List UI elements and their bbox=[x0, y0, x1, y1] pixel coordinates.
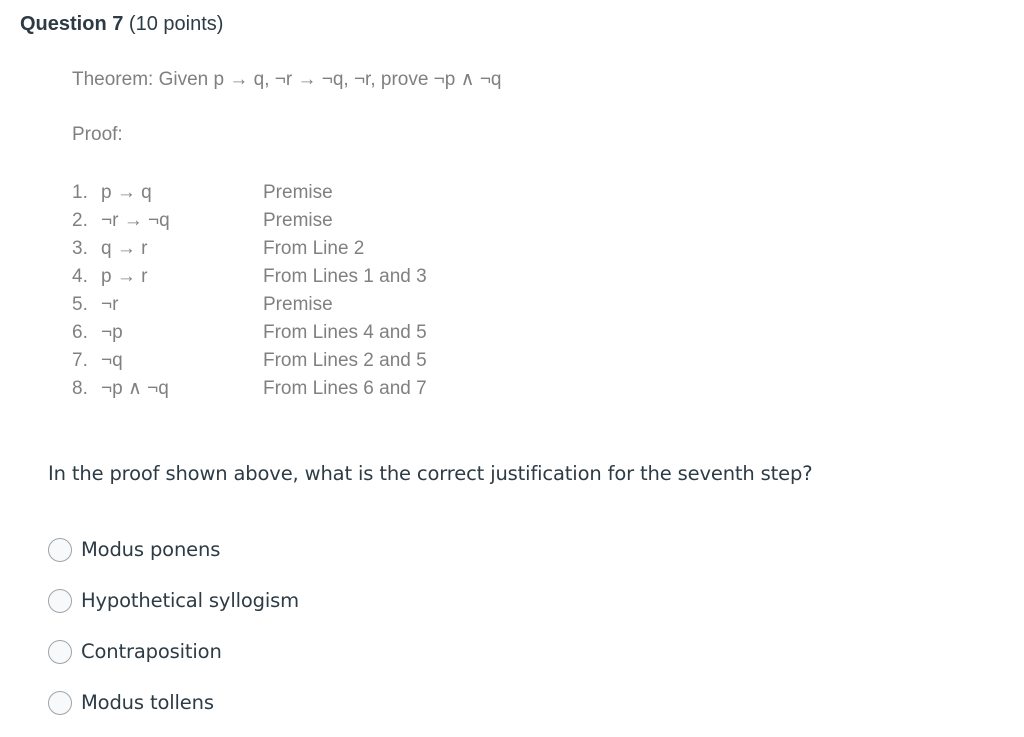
proof-label: Proof: bbox=[72, 123, 123, 145]
proof-step-justification: From Lines 1 and 3 bbox=[263, 265, 427, 287]
proof-step-statement: p → q bbox=[101, 181, 152, 203]
proof-step-number: 2. bbox=[72, 209, 88, 231]
proof-step-justification: Premise bbox=[263, 181, 333, 203]
question-points: (10 points) bbox=[128, 13, 224, 35]
proof-step-row: 6. ¬p From Lines 4 and 5 bbox=[72, 319, 427, 347]
answer-options-list: Modus ponens Hypothetical syllogism Cont… bbox=[48, 524, 748, 728]
proof-step-row: 3. q → r From Line 2 bbox=[72, 235, 427, 263]
question-title: Question 7 bbox=[20, 13, 124, 35]
proof-step-number: 5. bbox=[72, 293, 88, 315]
proof-block: Theorem: Given p → q, ¬r → ¬q, ¬r, prove… bbox=[72, 68, 501, 403]
proof-step-justification: From Lines 6 and 7 bbox=[263, 377, 427, 399]
answer-option-label: Modus ponens bbox=[81, 538, 221, 561]
question-prompt: In the proof shown above, what is the co… bbox=[48, 462, 813, 485]
proof-step-statement: p → r bbox=[101, 265, 148, 287]
proof-steps-table: 1. p → q Premise 2. ¬r → ¬q Premise 3. q… bbox=[72, 179, 427, 403]
proof-step-number: 7. bbox=[72, 349, 88, 371]
radio-button-icon[interactable] bbox=[48, 588, 72, 613]
answer-option-contraposition[interactable]: Contraposition bbox=[48, 626, 748, 677]
proof-step-statement: ¬r bbox=[101, 293, 119, 315]
proof-step-number: 1. bbox=[72, 181, 88, 203]
answer-option-hypothetical-syllogism[interactable]: Hypothetical syllogism bbox=[48, 575, 748, 626]
proof-step-number: 3. bbox=[72, 237, 88, 259]
answer-option-label: Contraposition bbox=[81, 640, 222, 663]
proof-step-number: 6. bbox=[72, 321, 88, 343]
answer-option-modus-ponens[interactable]: Modus ponens bbox=[48, 524, 748, 575]
proof-step-statement: q → r bbox=[101, 237, 148, 259]
proof-step-row: 1. p → q Premise bbox=[72, 179, 427, 207]
proof-step-statement: ¬p ∧ ¬q bbox=[101, 377, 169, 399]
radio-button-icon[interactable] bbox=[48, 690, 72, 715]
proof-step-row: 8. ¬p ∧ ¬q From Lines 6 and 7 bbox=[72, 375, 427, 403]
proof-step-row: 4. p → r From Lines 1 and 3 bbox=[72, 263, 427, 291]
answer-option-label: Hypothetical syllogism bbox=[81, 589, 299, 612]
answer-option-label: Modus tollens bbox=[81, 691, 214, 714]
proof-step-number: 4. bbox=[72, 265, 88, 287]
proof-step-justification: From Lines 4 and 5 bbox=[263, 321, 427, 343]
proof-step-statement: ¬q bbox=[101, 349, 123, 371]
proof-step-justification: From Lines 2 and 5 bbox=[263, 349, 427, 371]
radio-button-icon[interactable] bbox=[48, 639, 72, 664]
proof-step-statement: ¬r → ¬q bbox=[101, 209, 170, 231]
proof-step-justification: Premise bbox=[263, 209, 333, 231]
proof-step-row: 5. ¬r Premise bbox=[72, 291, 427, 319]
proof-step-statement: ¬p bbox=[101, 321, 123, 343]
proof-step-row: 7. ¬q From Lines 2 and 5 bbox=[72, 347, 427, 375]
answer-option-modus-tollens[interactable]: Modus tollens bbox=[48, 677, 748, 728]
proof-step-justification: Premise bbox=[263, 293, 333, 315]
proof-step-number: 8. bbox=[72, 377, 88, 399]
radio-button-icon[interactable] bbox=[48, 537, 72, 562]
proof-step-row: 2. ¬r → ¬q Premise bbox=[72, 207, 427, 235]
proof-step-justification: From Line 2 bbox=[263, 237, 365, 259]
question-header: Question 7 (10 points) bbox=[20, 12, 223, 36]
theorem-statement: Theorem: Given p → q, ¬r → ¬q, ¬r, prove… bbox=[72, 69, 502, 90]
